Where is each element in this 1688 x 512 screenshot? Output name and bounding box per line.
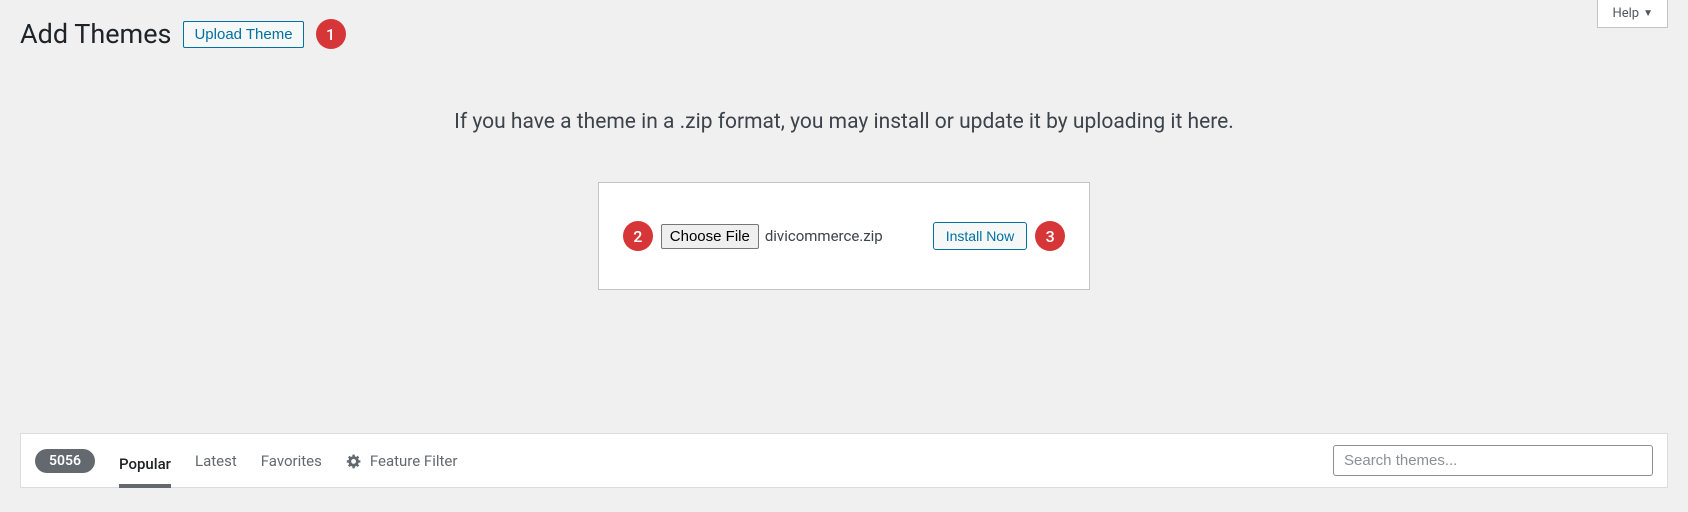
tab-popular[interactable]: Popular: [119, 449, 171, 488]
page-title: Add Themes: [20, 18, 171, 50]
annotation-badge-1: 1: [316, 19, 346, 49]
tab-latest[interactable]: Latest: [195, 446, 237, 476]
install-group: Install Now 3: [933, 221, 1065, 251]
annotation-badge-3: 3: [1035, 221, 1065, 251]
choose-file-button[interactable]: Choose File: [661, 224, 759, 249]
feature-filter-label: Feature Filter: [370, 452, 458, 470]
help-tab[interactable]: Help ▼: [1597, 0, 1668, 28]
theme-count-badge: 5056: [35, 449, 95, 473]
gear-icon: [346, 453, 362, 469]
file-group: 2 Choose File divicommerce.zip: [623, 221, 883, 251]
upload-area: If you have a theme in a .zip format, yo…: [0, 110, 1688, 290]
selected-file-name: divicommerce.zip: [765, 227, 883, 245]
help-label: Help: [1612, 6, 1639, 21]
search-box: [1333, 445, 1653, 476]
file-input-wrapper: Choose File divicommerce.zip: [661, 224, 883, 249]
upload-theme-button[interactable]: Upload Theme: [183, 21, 303, 48]
upload-instruction: If you have a theme in a .zip format, yo…: [0, 110, 1688, 134]
install-now-button[interactable]: Install Now: [933, 222, 1027, 250]
upload-form: 2 Choose File divicommerce.zip Install N…: [598, 182, 1090, 290]
chevron-down-icon: ▼: [1643, 8, 1653, 19]
search-themes-input[interactable]: [1333, 445, 1653, 476]
page-header: Add Themes Upload Theme 1: [0, 0, 1688, 50]
theme-filter-bar: 5056 Popular Latest Favorites Feature Fi…: [20, 433, 1668, 488]
tab-favorites[interactable]: Favorites: [261, 446, 322, 476]
annotation-badge-2: 2: [623, 221, 653, 251]
feature-filter-button[interactable]: Feature Filter: [346, 452, 458, 470]
